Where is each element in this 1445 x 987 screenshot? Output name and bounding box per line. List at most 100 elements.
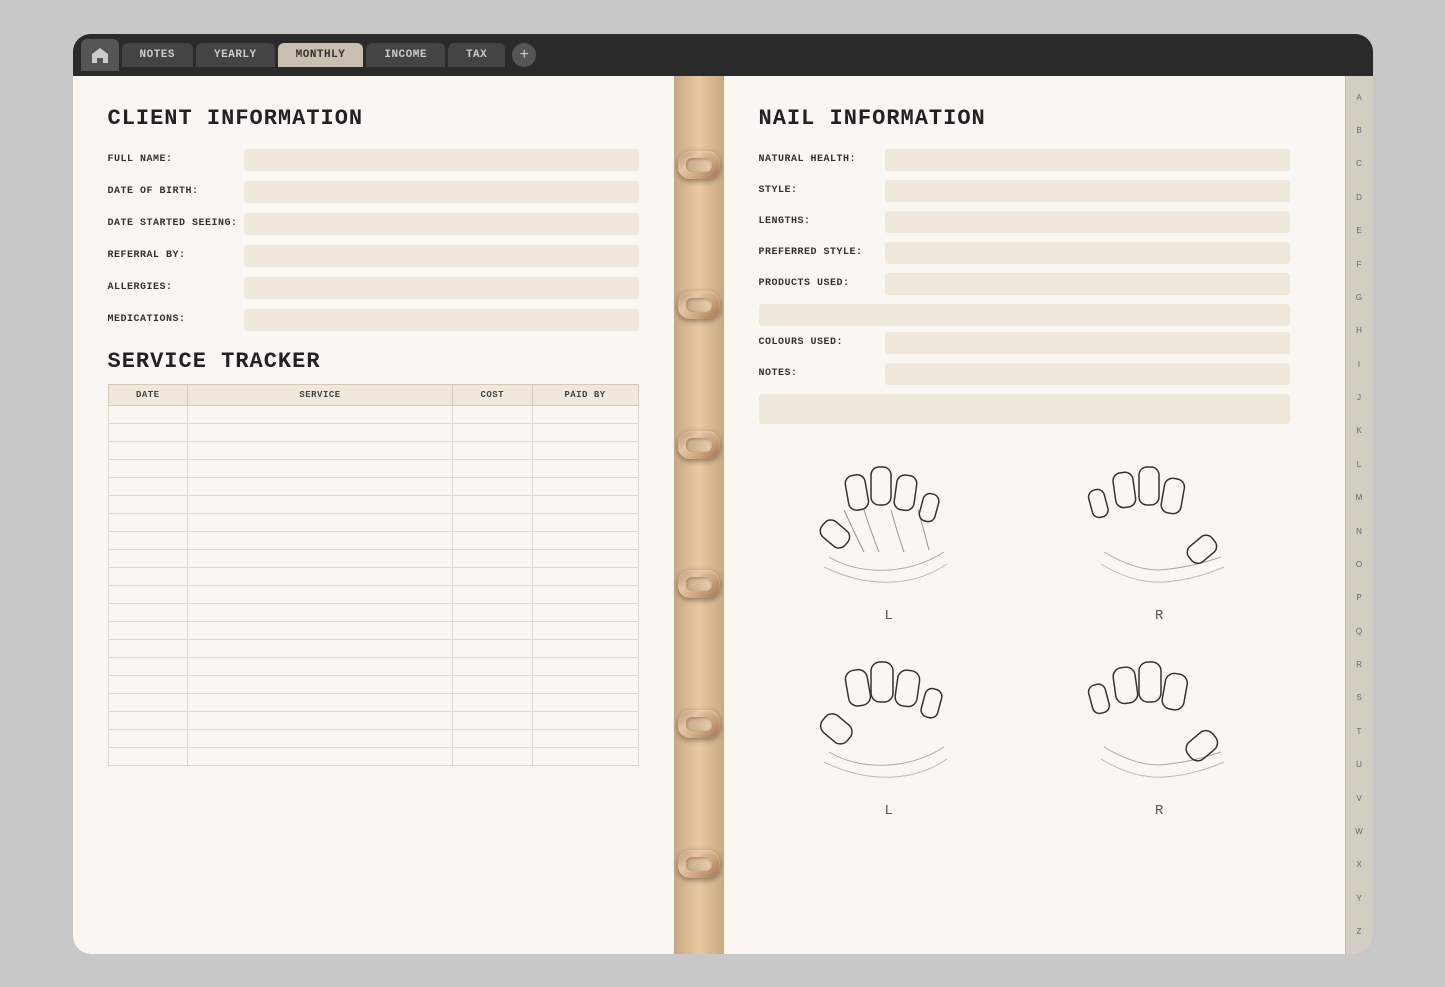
cell-date-14[interactable] xyxy=(108,657,188,675)
cell-cost-17[interactable] xyxy=(453,711,533,729)
cell-date-3[interactable] xyxy=(108,459,188,477)
tab-add-button[interactable]: + xyxy=(512,43,536,67)
cell-date-5[interactable] xyxy=(108,495,188,513)
allergies-input[interactable] xyxy=(244,277,639,299)
alpha-l[interactable]: L xyxy=(1346,459,1373,470)
cell-service-8[interactable] xyxy=(188,549,453,567)
alpha-t[interactable]: T xyxy=(1346,726,1373,737)
cell-date-11[interactable] xyxy=(108,603,188,621)
medications-input[interactable] xyxy=(244,309,639,331)
lengths-input[interactable] xyxy=(885,211,1290,233)
cell-date-6[interactable] xyxy=(108,513,188,531)
cell-date-17[interactable] xyxy=(108,711,188,729)
colours-used-input[interactable] xyxy=(885,332,1290,354)
cell-paid-1[interactable] xyxy=(532,423,638,441)
cell-paid-18[interactable] xyxy=(532,729,638,747)
cell-cost-19[interactable] xyxy=(453,747,533,765)
alpha-q[interactable]: Q xyxy=(1346,626,1373,637)
notes-input[interactable] xyxy=(885,363,1290,385)
cell-date-16[interactable] xyxy=(108,693,188,711)
cell-date-9[interactable] xyxy=(108,567,188,585)
alpha-s[interactable]: S xyxy=(1346,692,1373,703)
cell-date-15[interactable] xyxy=(108,675,188,693)
cell-service-17[interactable] xyxy=(188,711,453,729)
cell-service-15[interactable] xyxy=(188,675,453,693)
cell-paid-14[interactable] xyxy=(532,657,638,675)
alpha-h[interactable]: H xyxy=(1346,325,1373,336)
cell-date-13[interactable] xyxy=(108,639,188,657)
alpha-v[interactable]: V xyxy=(1346,793,1373,804)
alpha-y[interactable]: Y xyxy=(1346,893,1373,904)
cell-service-2[interactable] xyxy=(188,441,453,459)
alpha-g[interactable]: G xyxy=(1346,292,1373,303)
cell-cost-10[interactable] xyxy=(453,585,533,603)
preferred-style-input[interactable] xyxy=(885,242,1290,264)
cell-paid-6[interactable] xyxy=(532,513,638,531)
cell-service-6[interactable] xyxy=(188,513,453,531)
alpha-i[interactable]: I xyxy=(1346,359,1373,370)
alpha-k[interactable]: K xyxy=(1346,425,1373,436)
cell-cost-13[interactable] xyxy=(453,639,533,657)
alpha-c[interactable]: C xyxy=(1346,158,1373,169)
alpha-z[interactable]: Z xyxy=(1346,926,1373,937)
tab-tax[interactable]: TAX xyxy=(448,43,505,67)
cell-date-0[interactable] xyxy=(108,405,188,423)
cell-cost-4[interactable] xyxy=(453,477,533,495)
cell-cost-6[interactable] xyxy=(453,513,533,531)
cell-cost-11[interactable] xyxy=(453,603,533,621)
alpha-m[interactable]: M xyxy=(1346,492,1373,503)
cell-cost-18[interactable] xyxy=(453,729,533,747)
cell-cost-3[interactable] xyxy=(453,459,533,477)
cell-cost-5[interactable] xyxy=(453,495,533,513)
tab-yearly[interactable]: YEARLY xyxy=(196,43,275,67)
tab-notes[interactable]: NOTES xyxy=(122,43,194,67)
cell-paid-11[interactable] xyxy=(532,603,638,621)
cell-paid-5[interactable] xyxy=(532,495,638,513)
cell-paid-19[interactable] xyxy=(532,747,638,765)
cell-service-18[interactable] xyxy=(188,729,453,747)
cell-cost-15[interactable] xyxy=(453,675,533,693)
cell-paid-8[interactable] xyxy=(532,549,638,567)
products-used-extra-input[interactable] xyxy=(759,304,1290,326)
cell-service-14[interactable] xyxy=(188,657,453,675)
cell-service-7[interactable] xyxy=(188,531,453,549)
cell-paid-4[interactable] xyxy=(532,477,638,495)
cell-service-4[interactable] xyxy=(188,477,453,495)
cell-date-19[interactable] xyxy=(108,747,188,765)
cell-paid-15[interactable] xyxy=(532,675,638,693)
cell-paid-0[interactable] xyxy=(532,405,638,423)
cell-cost-14[interactable] xyxy=(453,657,533,675)
referral-input[interactable] xyxy=(244,245,639,267)
cell-date-2[interactable] xyxy=(108,441,188,459)
cell-paid-7[interactable] xyxy=(532,531,638,549)
cell-paid-13[interactable] xyxy=(532,639,638,657)
cell-service-19[interactable] xyxy=(188,747,453,765)
alpha-u[interactable]: U xyxy=(1346,759,1373,770)
cell-paid-3[interactable] xyxy=(532,459,638,477)
cell-paid-12[interactable] xyxy=(532,621,638,639)
alpha-b[interactable]: B xyxy=(1346,125,1373,136)
cell-service-1[interactable] xyxy=(188,423,453,441)
alpha-a[interactable]: A xyxy=(1346,92,1373,103)
cell-date-4[interactable] xyxy=(108,477,188,495)
cell-cost-16[interactable] xyxy=(453,693,533,711)
products-used-input[interactable] xyxy=(885,273,1290,295)
cell-cost-1[interactable] xyxy=(453,423,533,441)
cell-service-13[interactable] xyxy=(188,639,453,657)
alpha-o[interactable]: O xyxy=(1346,559,1373,570)
cell-service-9[interactable] xyxy=(188,567,453,585)
cell-service-11[interactable] xyxy=(188,603,453,621)
alpha-x[interactable]: X xyxy=(1346,859,1373,870)
cell-service-5[interactable] xyxy=(188,495,453,513)
cell-cost-0[interactable] xyxy=(453,405,533,423)
cell-cost-7[interactable] xyxy=(453,531,533,549)
cell-date-7[interactable] xyxy=(108,531,188,549)
alpha-e[interactable]: E xyxy=(1346,225,1373,236)
date-started-input[interactable] xyxy=(244,213,639,235)
cell-paid-10[interactable] xyxy=(532,585,638,603)
full-name-input[interactable] xyxy=(244,149,639,171)
alpha-d[interactable]: D xyxy=(1346,192,1373,203)
cell-date-10[interactable] xyxy=(108,585,188,603)
cell-date-1[interactable] xyxy=(108,423,188,441)
cell-cost-9[interactable] xyxy=(453,567,533,585)
